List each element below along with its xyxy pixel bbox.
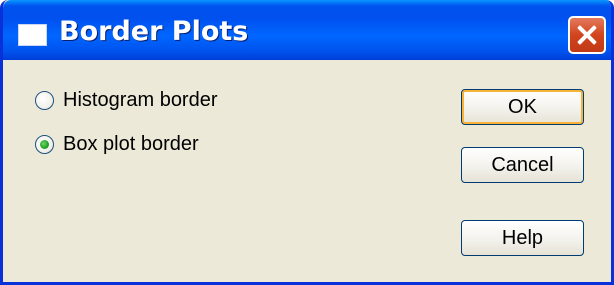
box-plot-border-radio[interactable]: Box plot border — [35, 133, 199, 156]
close-icon[interactable] — [568, 16, 606, 54]
radio-selected-icon[interactable] — [35, 135, 54, 154]
border-plots-dialog: Border Plots Histogram border Box plot b… — [0, 0, 614, 285]
cancel-button[interactable]: Cancel — [461, 147, 584, 183]
radio-selected-dot — [40, 140, 49, 149]
ok-button[interactable]: OK — [461, 89, 584, 125]
window-title: Border Plots — [59, 16, 249, 47]
histogram-border-label[interactable]: Histogram border — [63, 89, 218, 112]
histogram-border-radio[interactable]: Histogram border — [35, 89, 218, 112]
window-icon — [19, 25, 46, 45]
title-bar[interactable]: Border Plots — [3, 0, 611, 60]
radio-unselected-icon[interactable] — [35, 91, 54, 110]
box-plot-border-label[interactable]: Box plot border — [63, 133, 199, 156]
help-button[interactable]: Help — [461, 220, 584, 256]
